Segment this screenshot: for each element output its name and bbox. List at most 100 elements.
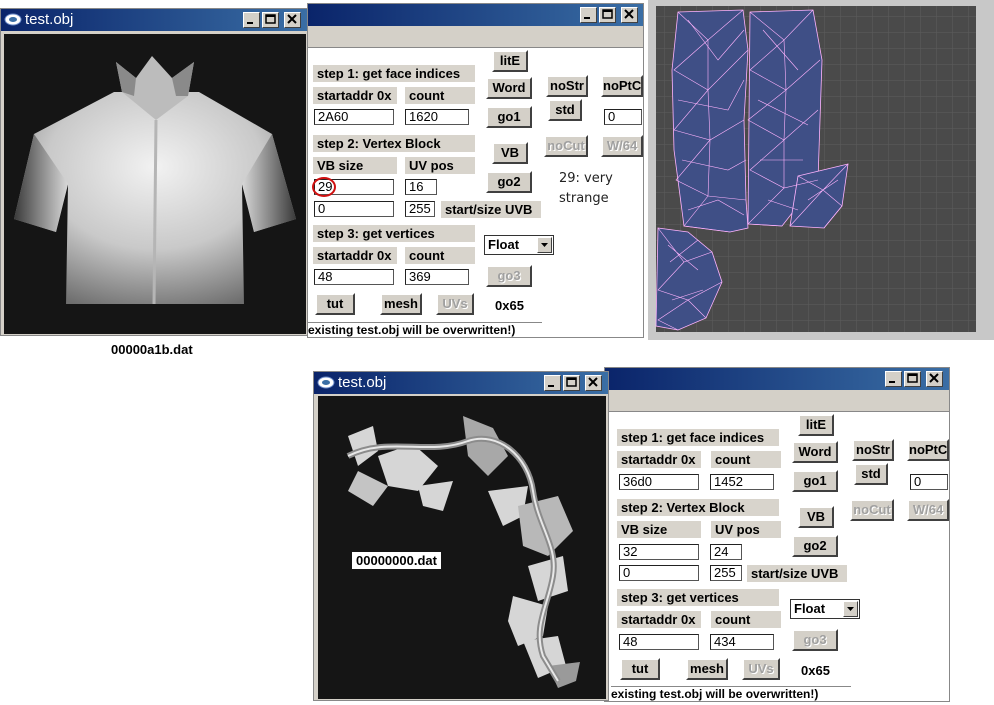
startaddr3-input[interactable]: 48 bbox=[314, 269, 394, 285]
status-text: existing test.obj will be overwritten!) bbox=[308, 322, 542, 338]
uvs-button[interactable]: UVs bbox=[436, 293, 474, 315]
lite-button[interactable]: litE bbox=[798, 414, 834, 436]
viewer-titlebar-1[interactable]: test.obj bbox=[1, 9, 308, 31]
lite-button[interactable]: litE bbox=[492, 50, 528, 72]
control-titlebar-2[interactable] bbox=[605, 368, 949, 390]
count-input[interactable]: 1620 bbox=[405, 109, 469, 125]
vbsize-label: VB size bbox=[617, 521, 701, 538]
go1-button[interactable]: go1 bbox=[486, 106, 532, 128]
dropdown-arrow-icon[interactable] bbox=[843, 601, 858, 617]
scrambled-mesh-render bbox=[318, 396, 606, 699]
count-label: count bbox=[405, 87, 475, 104]
format-select[interactable]: Float bbox=[484, 235, 554, 255]
uvpos-label: UV pos bbox=[405, 157, 475, 174]
nostr-button[interactable]: noStr bbox=[852, 439, 894, 461]
vbsize-input[interactable]: 32 bbox=[619, 544, 699, 560]
format-value: Float bbox=[794, 601, 826, 616]
startaddr3-label: startaddr 0x bbox=[313, 247, 397, 264]
count3-input[interactable]: 434 bbox=[710, 634, 774, 650]
mesh-button[interactable]: mesh bbox=[686, 658, 728, 680]
format-value: Float bbox=[488, 237, 520, 252]
close-icon[interactable] bbox=[926, 371, 943, 387]
tut-button[interactable]: tut bbox=[620, 658, 660, 680]
control-titlebar-1[interactable] bbox=[308, 4, 643, 26]
zero-input[interactable]: 0 bbox=[910, 474, 948, 490]
menu-strip bbox=[308, 26, 643, 48]
noptc-button[interactable]: noPtC bbox=[601, 75, 643, 97]
step3-label: step 3: get vertices bbox=[617, 589, 779, 606]
status-text: existing test.obj will be overwritten!) bbox=[611, 686, 851, 702]
3d-viewport-2[interactable]: 00000000.dat bbox=[318, 396, 606, 699]
zero-input[interactable]: 0 bbox=[604, 109, 642, 125]
uvs-button[interactable]: UVs bbox=[742, 658, 780, 680]
nostr-button[interactable]: noStr bbox=[546, 75, 588, 97]
uvpos-input[interactable]: 16 bbox=[405, 179, 437, 195]
go1-button[interactable]: go1 bbox=[792, 470, 838, 492]
count-label: count bbox=[711, 451, 781, 468]
startaddr-label: startaddr 0x bbox=[313, 87, 397, 104]
count3-input[interactable]: 369 bbox=[405, 269, 469, 285]
maximize-icon[interactable] bbox=[599, 7, 616, 23]
word-button[interactable]: Word bbox=[792, 441, 838, 463]
viewer-titlebar-2[interactable]: test.obj bbox=[314, 372, 608, 394]
vb-button[interactable]: VB bbox=[798, 506, 834, 528]
viewer-caption-2: 00000000.dat bbox=[352, 552, 441, 569]
count3-label: count bbox=[711, 611, 781, 628]
go2-button[interactable]: go2 bbox=[792, 535, 838, 557]
highlight-circle bbox=[312, 177, 336, 197]
uv-map-view[interactable] bbox=[648, 0, 994, 340]
minimize-icon[interactable] bbox=[580, 7, 597, 23]
uvb-size-input[interactable]: 255 bbox=[405, 201, 435, 217]
w64-button[interactable]: W/64 bbox=[601, 135, 643, 157]
close-icon[interactable] bbox=[284, 12, 301, 28]
minimize-icon[interactable] bbox=[885, 371, 902, 387]
nocut-button[interactable]: noCut bbox=[544, 135, 588, 157]
w64-button[interactable]: W/64 bbox=[907, 499, 949, 521]
word-button[interactable]: Word bbox=[486, 77, 532, 99]
startaddr-input[interactable]: 2A60 bbox=[314, 109, 394, 125]
uvpos-input[interactable]: 24 bbox=[710, 544, 742, 560]
vb-button[interactable]: VB bbox=[492, 142, 528, 164]
tut-button[interactable]: tut bbox=[315, 293, 355, 315]
format-select[interactable]: Float bbox=[790, 599, 860, 619]
uvpos-label: UV pos bbox=[711, 521, 781, 538]
go3-button[interactable]: go3 bbox=[792, 629, 838, 651]
minimize-icon[interactable] bbox=[544, 375, 561, 391]
startaddr-input[interactable]: 36d0 bbox=[619, 474, 699, 490]
go3-button[interactable]: go3 bbox=[486, 265, 532, 287]
step1-label: step 1: get face indices bbox=[313, 65, 475, 82]
uvb-label: start/size UVB bbox=[441, 201, 541, 218]
maximize-icon[interactable] bbox=[563, 375, 580, 391]
noptc-button[interactable]: noPtC bbox=[907, 439, 949, 461]
nocut-button[interactable]: noCut bbox=[850, 499, 894, 521]
hex-text: 0x65 bbox=[495, 298, 524, 313]
uvb-label: start/size UVB bbox=[747, 565, 847, 582]
viewer-title: test.obj bbox=[338, 374, 387, 391]
startaddr3-input[interactable]: 48 bbox=[619, 634, 699, 650]
viewer-window-1: test.obj bbox=[0, 8, 309, 336]
uvb-start-input[interactable]: 0 bbox=[314, 201, 394, 217]
viewer-caption-1: 00000a1b.dat bbox=[111, 342, 193, 357]
3d-viewport-1[interactable] bbox=[4, 34, 306, 334]
uvb-start-input[interactable]: 0 bbox=[619, 565, 699, 581]
count-input[interactable]: 1452 bbox=[710, 474, 774, 490]
mesh-button[interactable]: mesh bbox=[380, 293, 422, 315]
close-icon[interactable] bbox=[621, 7, 638, 23]
std-button[interactable]: std bbox=[854, 463, 888, 485]
std-button[interactable]: std bbox=[548, 99, 582, 121]
dropdown-arrow-icon[interactable] bbox=[537, 237, 552, 253]
step3-label: step 3: get vertices bbox=[313, 225, 475, 242]
go2-button[interactable]: go2 bbox=[486, 171, 532, 193]
maximize-icon[interactable] bbox=[904, 371, 921, 387]
control-window-2: step 1: get face indices startaddr 0x co… bbox=[604, 367, 950, 702]
minimize-icon[interactable] bbox=[243, 12, 260, 28]
step2-label: step 2: Vertex Block bbox=[617, 499, 779, 516]
step1-label: step 1: get face indices bbox=[617, 429, 779, 446]
shirt-mesh-render bbox=[4, 34, 306, 334]
uvb-size-input[interactable]: 255 bbox=[710, 565, 742, 581]
close-icon[interactable] bbox=[585, 375, 602, 391]
maximize-icon[interactable] bbox=[262, 12, 279, 28]
hex-text: 0x65 bbox=[801, 663, 830, 678]
viewer-window-2: test.obj 00000000.dat bbox=[313, 371, 609, 701]
app-icon bbox=[317, 376, 335, 389]
